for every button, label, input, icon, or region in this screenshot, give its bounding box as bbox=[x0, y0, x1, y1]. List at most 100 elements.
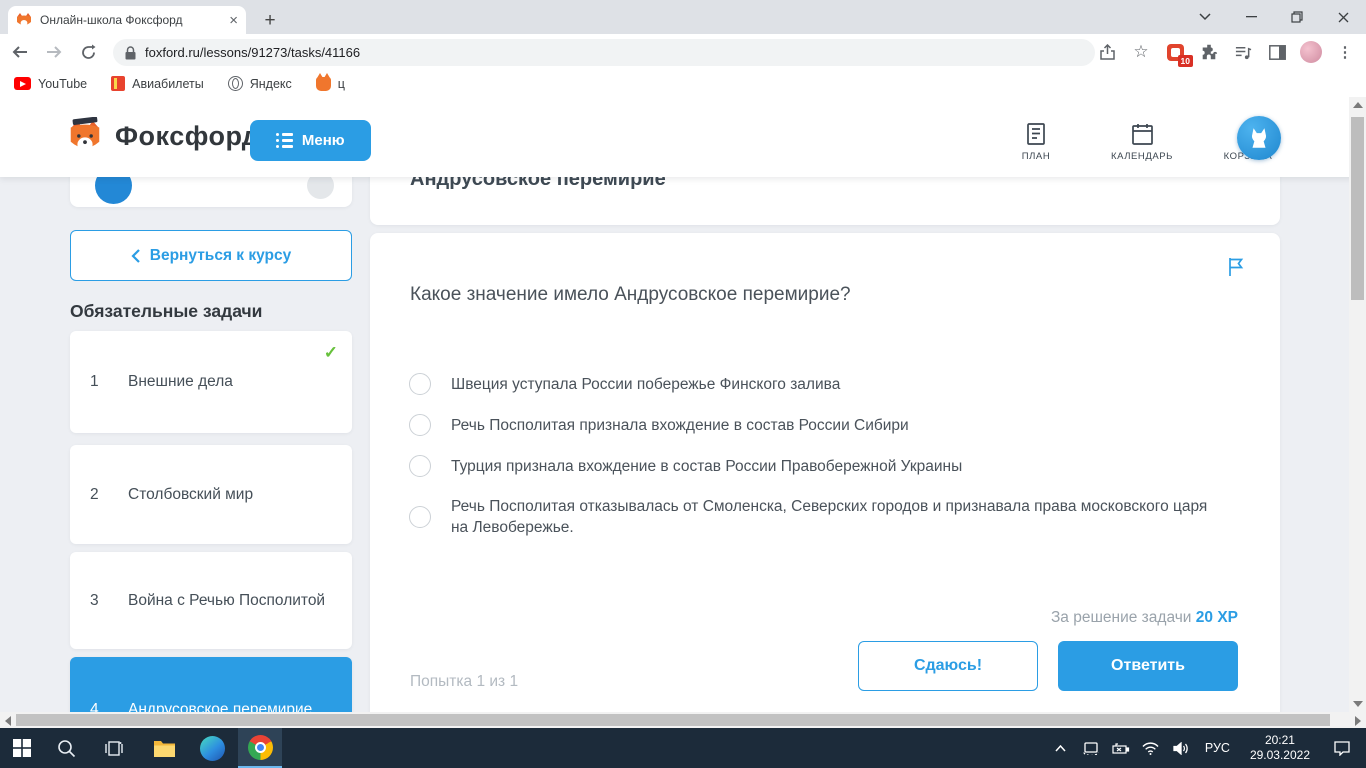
window-controls bbox=[1182, 0, 1366, 34]
clock[interactable]: 20:21 29.03.2022 bbox=[1242, 733, 1318, 763]
horizontal-scroll-thumb[interactable] bbox=[16, 714, 1330, 726]
question-card: Какое значение имело Андрусовское переми… bbox=[370, 233, 1280, 728]
task-view-button[interactable] bbox=[92, 728, 136, 768]
minimize-button[interactable] bbox=[1228, 0, 1274, 34]
answer-option-2[interactable]: Речь Посполитая признала вхождение в сос… bbox=[409, 414, 1226, 436]
answer-option-3[interactable]: Турция признала вхождение в состав Росси… bbox=[409, 455, 1226, 477]
answer-button[interactable]: Ответить bbox=[1058, 641, 1238, 691]
folder-icon bbox=[153, 740, 175, 757]
sidepanel-icon[interactable] bbox=[1262, 37, 1292, 67]
tray-wifi-icon[interactable] bbox=[1139, 728, 1163, 768]
favicon-fox-icon bbox=[17, 13, 31, 26]
restore-button[interactable] bbox=[1274, 0, 1320, 34]
search-icon bbox=[57, 739, 75, 757]
screen: Онлайн-школа Фоксфорд × + foxford.ru/les… bbox=[0, 0, 1366, 768]
profile-avatar[interactable] bbox=[1296, 37, 1326, 67]
language-indicator[interactable]: РУС bbox=[1199, 741, 1236, 755]
menu-list-icon bbox=[276, 133, 293, 148]
start-button[interactable] bbox=[0, 728, 44, 768]
scroll-right-icon[interactable] bbox=[1355, 716, 1361, 726]
reward-text: За решение задачи 20 XP bbox=[1050, 609, 1238, 626]
date: 29.03.2022 bbox=[1249, 748, 1310, 762]
back-to-course-button[interactable]: Вернуться к курсу bbox=[70, 230, 352, 281]
flag-report-icon[interactable] bbox=[1226, 257, 1248, 279]
attempt-counter: Попытка 1 из 1 bbox=[410, 673, 519, 690]
back-icon[interactable] bbox=[6, 38, 34, 66]
action-center-icon[interactable] bbox=[1324, 728, 1360, 768]
option-label: Речь Посполитая признала вхождение в сос… bbox=[451, 416, 909, 434]
tab-search-icon[interactable] bbox=[1182, 0, 1228, 34]
tray-chevron-up-icon[interactable] bbox=[1049, 728, 1073, 768]
scroll-left-icon[interactable] bbox=[5, 716, 11, 726]
scroll-up-icon[interactable] bbox=[1353, 102, 1363, 108]
user-avatar[interactable] bbox=[1237, 116, 1281, 160]
plan-icon bbox=[1027, 123, 1045, 145]
bookmark-star-icon[interactable]: ☆ bbox=[1126, 37, 1156, 67]
tray-display-icon[interactable] bbox=[1079, 728, 1103, 768]
options-list: Швеция уступала России побережье Финског… bbox=[409, 373, 1226, 538]
windows-logo-icon bbox=[13, 739, 31, 757]
vertical-scroll-thumb[interactable] bbox=[1351, 117, 1364, 300]
task-number: 2 bbox=[90, 485, 99, 503]
task-label: Война с Речью Посполитой bbox=[128, 591, 326, 609]
youtube-icon bbox=[14, 77, 31, 90]
tray-battery-icon[interactable] bbox=[1109, 728, 1133, 768]
edge-button[interactable] bbox=[190, 728, 234, 768]
radio-button[interactable] bbox=[409, 506, 431, 528]
chrome-button-active[interactable] bbox=[238, 728, 282, 768]
task-label: Столбовский мир bbox=[128, 485, 254, 503]
answer-option-1[interactable]: Швеция уступала России побережье Финског… bbox=[409, 373, 1226, 395]
sidebar-task-2[interactable]: 2 Столбовский мир bbox=[70, 445, 352, 544]
forward-icon[interactable] bbox=[40, 38, 68, 66]
extensions-puzzle-icon[interactable] bbox=[1194, 37, 1224, 67]
task-view-icon bbox=[105, 740, 123, 756]
tab-close-icon[interactable]: × bbox=[229, 13, 238, 28]
bookmark-tickets[interactable]: Авиабилеты bbox=[111, 76, 204, 91]
tray-volume-icon[interactable] bbox=[1169, 728, 1193, 768]
sidebar-task-1[interactable]: ✓ 1 Внешние дела bbox=[70, 331, 352, 433]
radio-button[interactable] bbox=[409, 455, 431, 477]
tab-title: Онлайн-школа Фоксфорд bbox=[40, 13, 183, 27]
vertical-scrollbar[interactable] bbox=[1349, 97, 1366, 712]
share-icon[interactable] bbox=[1092, 37, 1122, 67]
browser-tab-strip: Онлайн-школа Фоксфорд × + bbox=[0, 0, 1366, 34]
playlist-extension-icon[interactable] bbox=[1228, 37, 1258, 67]
new-tab-button[interactable]: + bbox=[256, 7, 284, 35]
tickets-icon bbox=[111, 76, 126, 91]
brand[interactable]: Фоксфорд bbox=[66, 117, 259, 155]
site-header: Фоксфорд Меню ПЛАН КАЛЕНДАРЬ КОРЗИНА bbox=[0, 97, 1366, 177]
radio-button[interactable] bbox=[409, 414, 431, 436]
sidebar-task-3[interactable]: 3 Война с Речью Посполитой bbox=[70, 552, 352, 649]
menu-dots-icon[interactable]: ⋮ bbox=[1330, 37, 1360, 67]
bookmark-youtube[interactable]: YouTube bbox=[14, 77, 87, 91]
address-bar[interactable]: foxford.ru/lessons/91273/tasks/41166 bbox=[113, 39, 1095, 66]
url-text[interactable]: foxford.ru/lessons/91273/tasks/41166 bbox=[145, 45, 360, 60]
extension-badge: 10 bbox=[1177, 55, 1193, 67]
page-viewport: Андрусовское перемирие Вернуться к курсу… bbox=[0, 97, 1366, 728]
adblock-extension-icon[interactable]: 10 bbox=[1160, 37, 1193, 67]
nav-calendar[interactable]: КАЛЕНДАРЬ bbox=[1106, 122, 1178, 162]
close-window-button[interactable] bbox=[1320, 0, 1366, 34]
give-up-button[interactable]: Сдаюсь! bbox=[858, 641, 1038, 691]
radio-button[interactable] bbox=[409, 373, 431, 395]
scroll-down-icon[interactable] bbox=[1353, 701, 1363, 707]
lock-icon bbox=[125, 45, 136, 59]
reload-icon[interactable] bbox=[74, 38, 102, 66]
browser-tab[interactable]: Онлайн-школа Фоксфорд × bbox=[8, 6, 246, 34]
globe-icon bbox=[227, 76, 243, 91]
bookmarks-bar: YouTube Авиабилеты Яндекс ц bbox=[0, 70, 1366, 98]
bookmark-yandex[interactable]: Яндекс bbox=[227, 76, 292, 91]
nav-plan[interactable]: ПЛАН bbox=[1000, 122, 1072, 162]
answer-option-4[interactable]: Речь Посполитая отказывалась от Смоленск… bbox=[409, 496, 1226, 538]
task-number: 3 bbox=[90, 591, 99, 609]
task-done-check-icon: ✓ bbox=[323, 343, 338, 362]
bookmark-fox[interactable]: ц bbox=[315, 72, 345, 91]
menu-button[interactable]: Меню bbox=[250, 120, 371, 161]
taskbar-search-button[interactable] bbox=[44, 728, 88, 768]
toolbar-right-icons: ☆ 10 ⋮ bbox=[1092, 34, 1360, 70]
file-explorer-button[interactable] bbox=[142, 728, 186, 768]
reward-xp-value: 20 XP bbox=[1195, 609, 1238, 626]
chrome-icon bbox=[247, 734, 273, 760]
option-label: Речь Посполитая отказывалась от Смоленск… bbox=[451, 498, 1208, 536]
horizontal-scrollbar[interactable] bbox=[0, 712, 1366, 728]
